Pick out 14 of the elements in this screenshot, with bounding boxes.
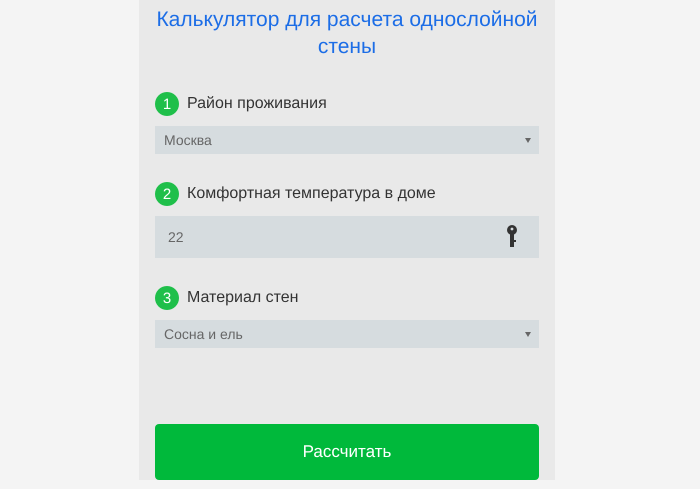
dropdown-field[interactable]: Сосна и ель xyxy=(155,320,539,348)
step-number-badge: 3 xyxy=(155,286,179,310)
step-label: Район проживания xyxy=(187,95,327,113)
step-number-badge: 1 xyxy=(155,92,179,116)
step-number-badge: 2 xyxy=(155,182,179,206)
step-label: Комфортная температура в доме xyxy=(187,185,436,203)
caret-icon xyxy=(525,332,531,336)
calculate-button[interactable]: Рассчитать xyxy=(155,424,539,480)
form-title: Калькулятор для расчета однослойной стены xyxy=(155,7,539,60)
caret-icon xyxy=(525,138,531,142)
key-icon xyxy=(507,225,517,249)
input-field[interactable]: 22 xyxy=(155,216,539,258)
dropdown-field[interactable]: Москва xyxy=(155,126,539,154)
step-label: Материал стен xyxy=(187,289,298,307)
